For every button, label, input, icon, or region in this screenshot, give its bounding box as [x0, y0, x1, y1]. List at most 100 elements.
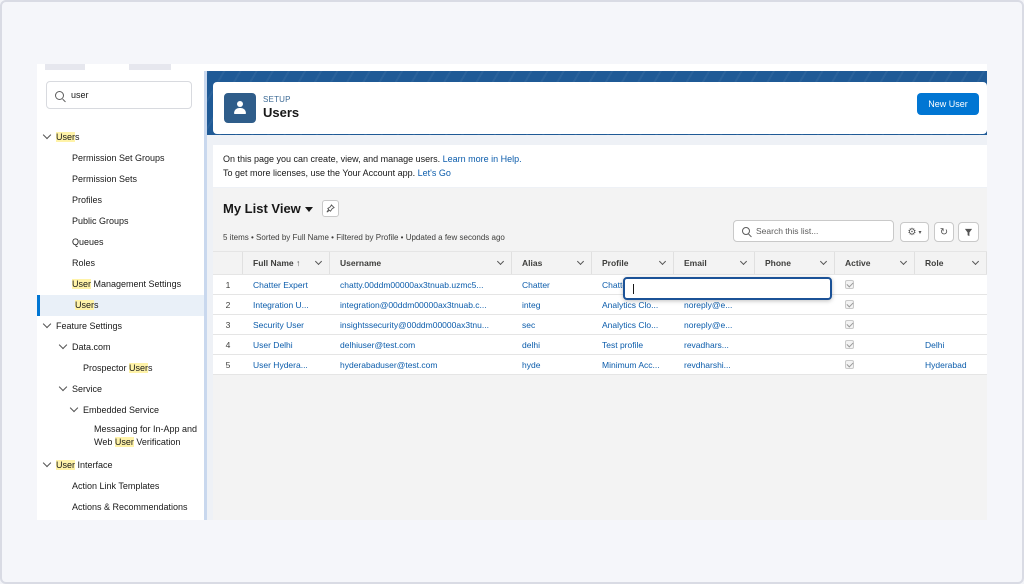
column-header[interactable]: Full Name ↑: [243, 252, 330, 274]
filter-button[interactable]: [958, 222, 979, 242]
sidebar-item[interactable]: Queues: [37, 232, 204, 253]
row-number: 1: [225, 279, 231, 290]
refresh-button[interactable]: ↻: [934, 222, 954, 242]
sidebar-item-label: User Management Settings: [72, 279, 182, 289]
cell-email[interactable]: revdharshi...: [684, 355, 751, 374]
sidebar-item[interactable]: Messaging for In-App and Web User Verific…: [37, 421, 204, 451]
sidebar-item[interactable]: Permission Set Groups: [37, 148, 204, 169]
chevron-down-icon[interactable]: [42, 458, 52, 468]
sidebar-item[interactable]: Actions & Recommendations: [37, 497, 204, 518]
sidebar-item-label: Messaging for In-App and Web User Verific…: [94, 424, 198, 447]
cell-username[interactable]: hyderabaduser@test.com: [340, 355, 508, 374]
quick-find-value: user: [71, 90, 89, 100]
cell-email[interactable]: revadhars...: [684, 335, 751, 354]
user-icon: [224, 93, 256, 123]
cell-profile[interactable]: Test profile: [602, 335, 670, 354]
cell-profile[interactable]: Minimum Acc...: [602, 355, 670, 374]
cell-email[interactable]: noreply@e...: [684, 315, 751, 334]
cell-role[interactable]: Hyderabad: [925, 355, 983, 374]
column-header[interactable]: Phone: [755, 252, 835, 274]
active-checkbox: [845, 320, 854, 329]
header-eyebrow: SETUP: [263, 95, 291, 104]
chevron-down-icon[interactable]: [58, 340, 68, 350]
sidebar-item[interactable]: Feature Settings: [37, 316, 204, 337]
chevron-down-icon[interactable]: [69, 403, 79, 413]
table-row[interactable]: 5 User Hydera... hyderabaduser@test.com hyd…: [213, 355, 987, 375]
new-user-button[interactable]: New User: [917, 93, 979, 115]
column-header-label: Alias: [522, 258, 543, 268]
sidebar-item[interactable]: Users: [37, 127, 204, 148]
list-settings-button[interactable]: ⚙ ▾: [900, 222, 929, 242]
info-panel: On this page you can create, view, and m…: [213, 145, 987, 187]
learn-more-link[interactable]: Learn more in Help.: [443, 154, 522, 164]
sidebar-item[interactable]: Embedded Service: [37, 400, 204, 421]
cell-name[interactable]: User Hydera...: [253, 355, 326, 374]
cell-profile[interactable]: Analytics Clo...: [602, 315, 670, 334]
table-row[interactable]: 1 Chatter Expert chatty.00ddm00000ax3tnuab…: [213, 275, 987, 295]
sidebar-item-label: Users: [75, 300, 99, 310]
page-header: SETUP Users New User: [213, 82, 987, 134]
sidebar-item[interactable]: Profiles: [37, 190, 204, 211]
sidebar-item[interactable]: Service: [37, 379, 204, 400]
cell-name[interactable]: User Delhi: [253, 335, 326, 354]
column-header[interactable]: Alias: [512, 252, 592, 274]
chevron-down-icon[interactable]: [899, 257, 908, 266]
cell-name[interactable]: Integration U...: [253, 295, 326, 314]
sidebar-item[interactable]: Public Groups: [37, 211, 204, 232]
cell-alias[interactable]: delhi: [522, 335, 588, 354]
cell-username[interactable]: delhiuser@test.com: [340, 335, 508, 354]
cell-alias[interactable]: hyde: [522, 355, 588, 374]
list-view-dropdown-icon[interactable]: [305, 207, 313, 212]
chevron-down-icon[interactable]: [58, 382, 68, 392]
cell-alias[interactable]: Chatter: [522, 275, 588, 294]
cell-username[interactable]: integration@00ddm00000ax3tnuab.c...: [340, 295, 508, 314]
chevron-down-icon[interactable]: [314, 257, 323, 266]
column-header[interactable]: Role: [915, 252, 987, 274]
sidebar-item[interactable]: User Interface: [37, 455, 204, 476]
cell-username[interactable]: insightssecurity@00ddm00000ax3tnu...: [340, 315, 508, 334]
chevron-down-icon[interactable]: [658, 257, 667, 266]
chevron-down-icon[interactable]: [576, 257, 585, 266]
sidebar-item[interactable]: Action Link Templates: [37, 476, 204, 497]
sidebar-item-label: Prospector Users: [83, 363, 153, 373]
info-text-2: To get more licenses, use the Your Accou…: [223, 168, 418, 178]
cell-username[interactable]: chatty.00ddm00000ax3tnuab.uzmc5...: [340, 275, 508, 294]
list-view-title[interactable]: My List View: [223, 201, 301, 216]
search-list-input[interactable]: Search this list...: [733, 220, 894, 242]
chevron-down-icon[interactable]: [42, 130, 52, 140]
refresh-icon: ↻: [939, 226, 949, 238]
cell-name[interactable]: Chatter Expert: [253, 275, 326, 294]
table-row[interactable]: 4 User Delhi delhiuser@test.com delhi Test p…: [213, 335, 987, 355]
cell-role[interactable]: Delhi: [925, 335, 983, 354]
sidebar-item[interactable]: Roles: [37, 253, 204, 274]
sidebar-item[interactable]: User Management Settings: [37, 274, 204, 295]
column-header-label: Full Name ↑: [253, 258, 301, 268]
column-header[interactable]: Profile: [592, 252, 674, 274]
cell-name[interactable]: Security User: [253, 315, 326, 334]
column-header[interactable]: Email: [674, 252, 755, 274]
chevron-down-icon[interactable]: [496, 257, 505, 266]
column-header[interactable]: Username: [330, 252, 512, 274]
sidebar-item[interactable]: Data.com: [37, 337, 204, 358]
table-row[interactable]: 2 Integration U... integration@00ddm00000a…: [213, 295, 987, 315]
chevron-down-icon[interactable]: [42, 319, 52, 329]
column-header[interactable]: Active: [835, 252, 915, 274]
chevron-down-icon[interactable]: [971, 257, 980, 266]
sidebar-item-label: Profiles: [72, 195, 103, 205]
sidebar-item[interactable]: Users: [37, 295, 204, 316]
chevron-down-icon[interactable]: [819, 257, 828, 266]
row-number-header: [213, 252, 243, 274]
cell-alias[interactable]: integ: [522, 295, 588, 314]
lets-go-link[interactable]: Let's Go: [418, 168, 451, 178]
pin-icon[interactable]: [322, 200, 339, 217]
search-icon: [742, 227, 750, 235]
app-canvas: user Users Permission Set Groups Permissio…: [37, 64, 987, 520]
chevron-down-icon[interactable]: [739, 257, 748, 266]
cell-alias[interactable]: sec: [522, 315, 588, 334]
table-row[interactable]: 3 Security User insightssecurity@00ddm0000…: [213, 315, 987, 335]
inline-edit-input[interactable]: [623, 277, 832, 300]
sidebar-item[interactable]: Prospector Users: [37, 358, 204, 379]
search-list-placeholder: Search this list...: [756, 226, 819, 236]
sidebar-item[interactable]: Permission Sets: [37, 169, 204, 190]
quick-find-input[interactable]: user: [46, 81, 192, 109]
